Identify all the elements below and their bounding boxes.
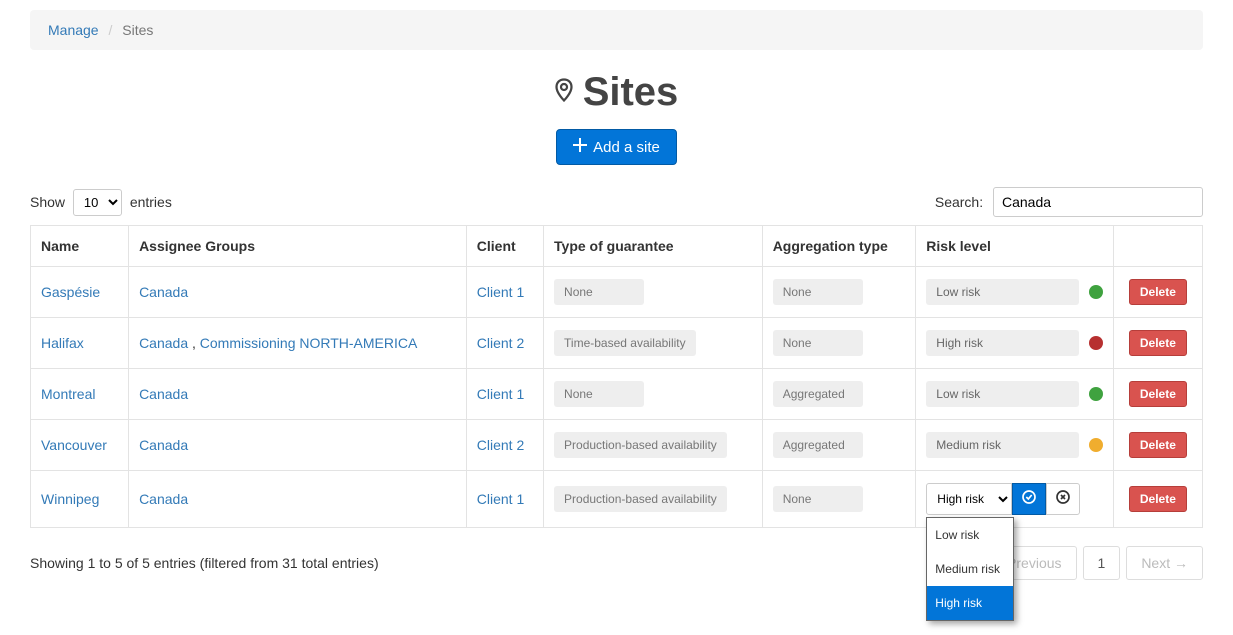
cancel-button[interactable] (1046, 483, 1080, 515)
page-title: Sites (555, 70, 679, 115)
page-header: Sites Add a site (30, 70, 1203, 165)
risk-edit-control: Low riskMedium riskHigh riskLow riskMedi… (926, 483, 1102, 515)
aggregation-badge: Aggregated (773, 432, 863, 458)
table-row: Montreal Canada Client 1 None Aggregated Low … (31, 369, 1203, 420)
client-link[interactable]: Client 1 (477, 284, 524, 300)
next-page-button[interactable]: Next → (1126, 546, 1203, 580)
risk-option[interactable]: Low risk (927, 518, 1013, 552)
search-control: Search: (935, 187, 1203, 217)
guarantee-badge: Time-based availability (554, 330, 696, 356)
search-label: Search: (935, 194, 983, 210)
guarantee-badge: None (554, 279, 644, 305)
site-name-link[interactable]: Vancouver (41, 437, 107, 453)
table-row: Vancouver Canada Client 2 Production-based … (31, 420, 1203, 471)
delete-button[interactable]: Delete (1129, 432, 1187, 458)
table-row: Gaspésie Canada Client 1 None None Low risk De… (31, 267, 1203, 318)
risk-cell[interactable]: Low risk (926, 381, 1102, 407)
search-input[interactable] (993, 187, 1203, 217)
show-label-post: entries (130, 194, 172, 210)
table-info: Showing 1 to 5 of 5 entries (filtered fr… (30, 555, 379, 571)
page-number-button[interactable]: 1 (1083, 546, 1121, 580)
risk-label: Low risk (926, 279, 1078, 305)
risk-label: Medium risk (926, 432, 1078, 458)
delete-button[interactable]: Delete (1129, 381, 1187, 407)
add-site-button[interactable]: Add a site (556, 129, 677, 165)
col-aggregation[interactable]: Aggregation type (762, 226, 916, 267)
risk-label: High risk (926, 330, 1078, 356)
page-title-text: Sites (583, 70, 679, 115)
sites-table: Name Assignee Groups Client Type of guar… (30, 225, 1203, 528)
delete-button[interactable]: Delete (1129, 330, 1187, 356)
site-name-link[interactable]: Halifax (41, 335, 84, 351)
aggregation-badge: None (773, 486, 863, 512)
table-footer: Showing 1 to 5 of 5 entries (filtered fr… (30, 546, 1203, 580)
page-size-control: Show 10 entries (30, 189, 172, 216)
risk-dot-icon (1089, 438, 1103, 452)
risk-dot-icon (1089, 387, 1103, 401)
risk-label: Low risk (926, 381, 1078, 407)
risk-dropdown-panel: Low riskMedium riskHigh risk (926, 517, 1014, 621)
risk-option[interactable]: Medium risk (927, 552, 1013, 586)
col-risk[interactable]: Risk level (916, 226, 1113, 267)
breadcrumb-separator: / (108, 22, 112, 38)
breadcrumb: Manage / Sites (30, 10, 1203, 50)
guarantee-badge: None (554, 381, 644, 407)
plus-icon (573, 138, 587, 156)
table-row: Winnipeg Canada Client 1 Production-based a… (31, 471, 1203, 528)
client-link[interactable]: Client 2 (477, 335, 524, 351)
delete-button[interactable]: Delete (1129, 279, 1187, 305)
guarantee-badge: Production-based availability (554, 432, 727, 458)
site-name-link[interactable]: Winnipeg (41, 491, 99, 507)
assignee-group-link[interactable]: Canada (139, 335, 188, 351)
risk-cell[interactable]: Low risk (926, 279, 1102, 305)
col-assignee[interactable]: Assignee Groups (129, 226, 467, 267)
risk-dot-icon (1089, 285, 1103, 299)
col-name[interactable]: Name (31, 226, 129, 267)
assignee-group-link[interactable]: Canada (139, 437, 188, 453)
confirm-button[interactable] (1012, 483, 1046, 515)
assignee-group-link[interactable]: Canada (139, 386, 188, 402)
check-circle-icon (1021, 489, 1037, 509)
site-name-link[interactable]: Montreal (41, 386, 95, 402)
col-guarantee[interactable]: Type of guarantee (544, 226, 763, 267)
table-toolbar: Show 10 entries Search: (30, 187, 1203, 217)
aggregation-badge: None (773, 279, 863, 305)
aggregation-badge: Aggregated (773, 381, 863, 407)
delete-button[interactable]: Delete (1129, 486, 1187, 512)
map-pin-icon (555, 78, 573, 108)
risk-dot-icon (1089, 336, 1103, 350)
assignee-group-link[interactable]: Commissioning NORTH-AMERICA (200, 335, 418, 351)
breadcrumb-manage-link[interactable]: Manage (48, 22, 99, 38)
x-circle-icon (1055, 489, 1071, 509)
assignee-group-link[interactable]: Canada (139, 284, 188, 300)
guarantee-badge: Production-based availability (554, 486, 727, 512)
client-link[interactable]: Client 2 (477, 437, 524, 453)
col-client[interactable]: Client (466, 226, 543, 267)
aggregation-badge: None (773, 330, 863, 356)
risk-cell[interactable]: High risk (926, 330, 1102, 356)
show-label-pre: Show (30, 194, 65, 210)
page-size-select[interactable]: 10 (73, 189, 122, 216)
client-link[interactable]: Client 1 (477, 491, 524, 507)
risk-option[interactable]: High risk (927, 586, 1013, 620)
site-name-link[interactable]: Gaspésie (41, 284, 100, 300)
client-link[interactable]: Client 1 (477, 386, 524, 402)
add-site-label: Add a site (593, 139, 660, 156)
risk-select[interactable]: Low riskMedium riskHigh risk (926, 483, 1012, 515)
breadcrumb-current: Sites (122, 22, 153, 38)
risk-cell[interactable]: Medium risk (926, 432, 1102, 458)
table-row: HalifaxCanada , Commissioning NORTH-AMER… (31, 318, 1203, 369)
assignee-group-link[interactable]: Canada (139, 491, 188, 507)
col-actions (1113, 226, 1202, 267)
